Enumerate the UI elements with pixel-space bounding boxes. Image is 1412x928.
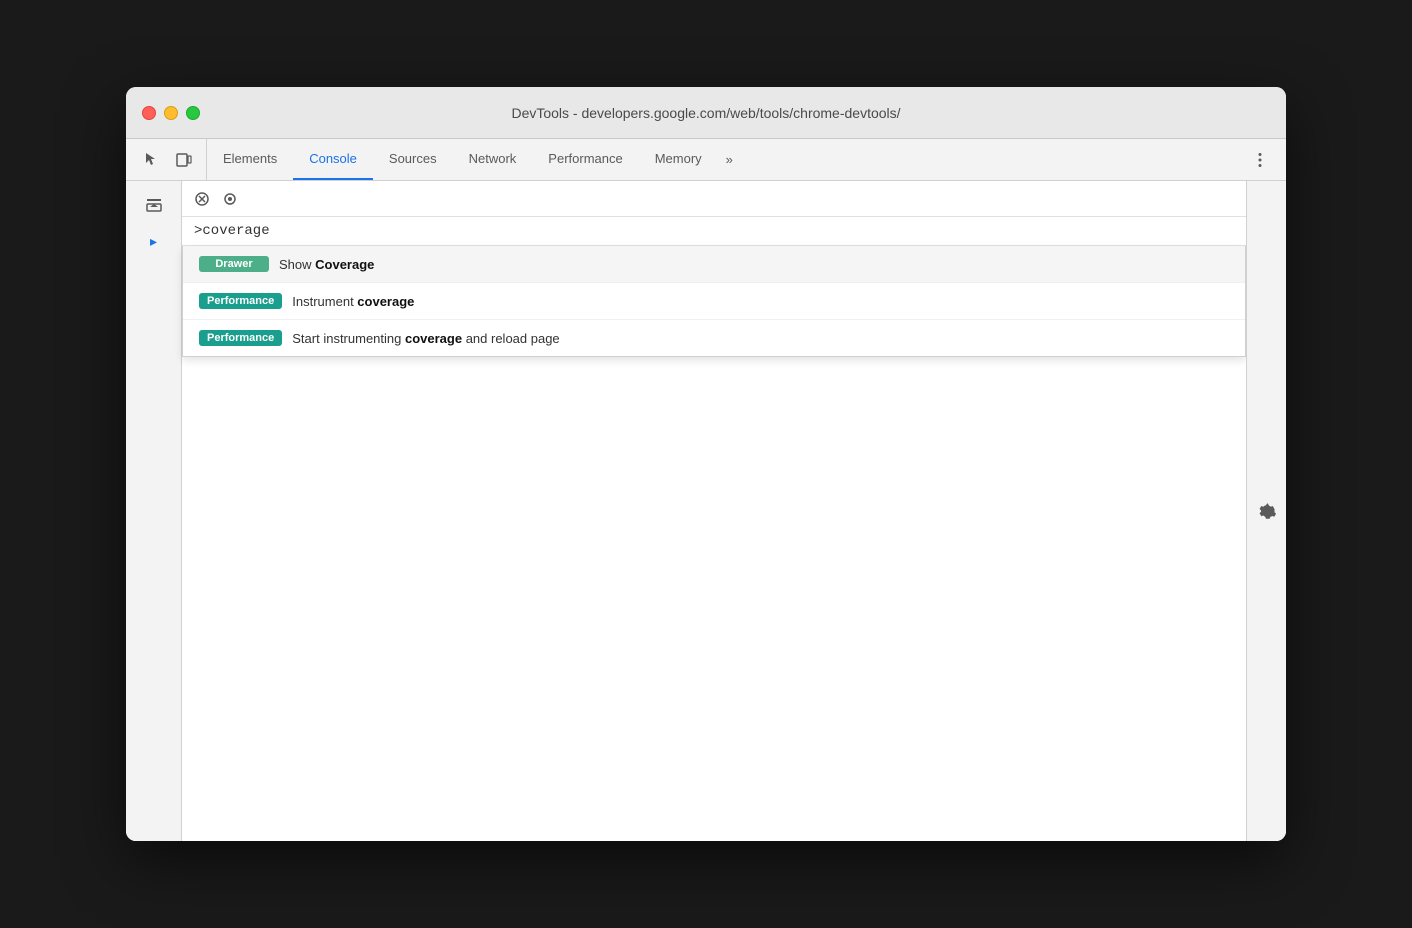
tab-elements[interactable]: Elements (207, 139, 293, 180)
autocomplete-dropdown: Drawer Show Coverage Performance Instrum… (182, 246, 1246, 357)
close-button[interactable] (142, 106, 156, 120)
badge-drawer: Drawer (199, 256, 269, 272)
device-toolbar-button[interactable] (170, 146, 198, 174)
autocomplete-item-start-instrumenting[interactable]: Performance Start instrumenting coverage… (183, 320, 1245, 356)
filter-button[interactable] (218, 187, 242, 211)
maximize-button[interactable] (186, 106, 200, 120)
tab-sources[interactable]: Sources (373, 139, 453, 180)
window-title: DevTools - developers.google.com/web/too… (511, 105, 900, 121)
search-row: >coverage (182, 217, 1246, 246)
tab-network[interactable]: Network (453, 139, 533, 180)
autocomplete-item-text-2: Start instrumenting coverage and reload … (292, 331, 559, 346)
autocomplete-item-show-coverage[interactable]: Drawer Show Coverage (183, 246, 1245, 283)
settings-button[interactable] (1246, 181, 1286, 841)
sidebar: ▸ (126, 181, 182, 841)
minimize-button[interactable] (164, 106, 178, 120)
clear-console-button[interactable] (190, 187, 214, 211)
traffic-lights (142, 106, 200, 120)
inspect-element-button[interactable] (138, 146, 166, 174)
autocomplete-item-instrument-coverage[interactable]: Performance Instrument coverage (183, 283, 1245, 320)
console-toolbar (182, 181, 1246, 217)
main-content: ▸ (126, 181, 1286, 841)
tab-console[interactable]: Console (293, 139, 373, 180)
show-console-drawer-button[interactable] (138, 189, 170, 221)
search-input[interactable]: >coverage (194, 223, 1234, 239)
console-panel: >coverage Drawer Show Coverage Performan… (182, 181, 1246, 841)
more-options-button[interactable] (1246, 146, 1274, 174)
autocomplete-item-text-0: Show Coverage (279, 257, 374, 272)
tab-memory[interactable]: Memory (639, 139, 718, 180)
devtools-toolbar: Elements Console Sources Network Perform… (126, 139, 1286, 181)
badge-performance-1: Performance (199, 330, 282, 346)
title-bar: DevTools - developers.google.com/web/too… (126, 87, 1286, 139)
toolbar-right (1238, 146, 1282, 174)
tabs: Elements Console Sources Network Perform… (207, 139, 1238, 180)
toolbar-left (130, 139, 207, 180)
tab-overflow-button[interactable]: » (718, 152, 741, 167)
devtools-window: DevTools - developers.google.com/web/too… (126, 87, 1286, 841)
badge-performance-0: Performance (199, 293, 282, 309)
autocomplete-item-text-1: Instrument coverage (292, 294, 414, 309)
sidebar-expand-button[interactable]: ▸ (150, 233, 157, 250)
tab-performance[interactable]: Performance (532, 139, 638, 180)
